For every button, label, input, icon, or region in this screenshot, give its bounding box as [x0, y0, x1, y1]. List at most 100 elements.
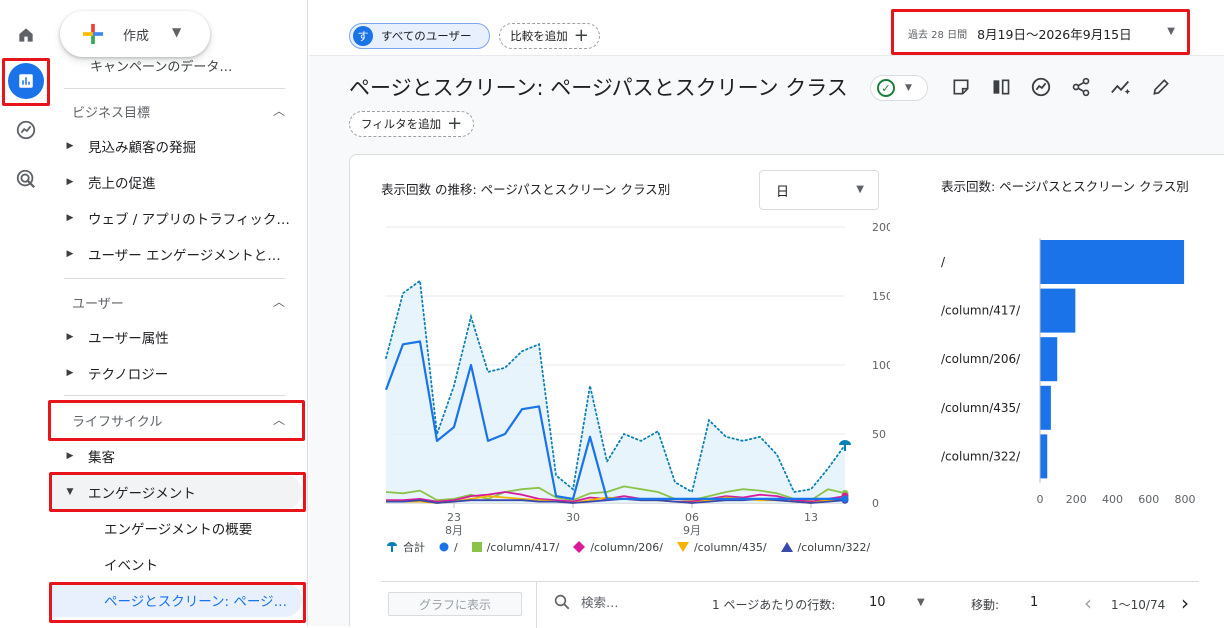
bar — [1040, 337, 1058, 382]
chevron-up-icon: ︿ — [272, 413, 285, 427]
nav-label: ユーザー属性 — [88, 331, 169, 347]
chevron-up-icon: ︿ — [272, 295, 285, 309]
audience-chip[interactable]: す すべてのユーザー — [349, 23, 490, 49]
bar — [1040, 434, 1048, 479]
legend-item-total[interactable]: 合計 — [386, 539, 425, 555]
add-filter-button[interactable]: フィルタを追加 + — [349, 111, 474, 137]
goto-input[interactable]: 1 — [1030, 595, 1038, 610]
sidebar-item-lead-gen[interactable]: ▶ 見込み顧客の発掘 — [52, 129, 302, 163]
triangle-right-icon: ▶ — [66, 177, 74, 187]
reports-icon[interactable] — [8, 63, 44, 99]
share-icon[interactable] — [1069, 75, 1093, 99]
nav-label: エンゲージメント — [88, 486, 196, 502]
nav-label: 売上の促進 — [88, 176, 156, 192]
sidebar-item-engagement[interactable]: ▼ エンゲージメント — [52, 475, 302, 509]
bar-category-label: /column/417/ — [941, 304, 1021, 318]
sparkle-trend-icon[interactable] — [1109, 75, 1133, 99]
sidebar-item-campaign[interactable]: キャンペーンのデータ… — [90, 56, 232, 75]
date-prefix: 過去 28 日間 — [908, 29, 968, 41]
insights-icon[interactable] — [1029, 75, 1053, 99]
sidebar-item-demographics[interactable]: ▶ ユーザー属性 — [52, 320, 302, 354]
caret-down-icon[interactable]: ▼ — [917, 597, 925, 608]
sidebar-item-traffic[interactable]: ▶ ウェブ / アプリのトラフィック… — [52, 201, 302, 235]
nav-label: ページとスクリーン: ページ… — [104, 594, 288, 610]
triangle-right-icon: ▶ — [66, 332, 74, 342]
legend-label: / — [454, 540, 458, 554]
page-title: ページとスクリーン: ページパスとスクリーン クラス — [349, 76, 848, 100]
section-title: ビジネス目標 — [72, 105, 151, 121]
check-circle-icon: ✓ — [877, 79, 895, 97]
y-tick-label: 100 — [872, 359, 890, 372]
home-icon[interactable] — [8, 17, 44, 53]
chart-card: 表示回数 の推移: ページパスとスクリーン クラス別 日 ▼ 表示回数: ページ… — [349, 154, 1224, 628]
nav-label: ユーザー エンゲージメントと… — [88, 248, 281, 264]
add-comparison-button[interactable]: 比較を追加 + — [499, 23, 600, 49]
square-icon — [471, 542, 482, 552]
section-business-goals[interactable]: ビジネス目標 ︿ — [64, 96, 297, 126]
topbar: す すべてのユーザー 比較を追加 + 過去 28 日間 8月19日〜2026年9月… — [309, 0, 1224, 56]
bar-category-label: /column/322/ — [941, 449, 1021, 463]
legend-item-322[interactable]: /column/322/ — [780, 540, 871, 554]
table-search[interactable]: 検索… — [553, 592, 619, 611]
sidebar-item-engagement-overview[interactable]: エンゲージメントの概要 — [52, 511, 302, 545]
icon-rail — [0, 0, 52, 626]
compare-columns-icon[interactable] — [989, 75, 1013, 99]
bar — [1040, 385, 1051, 430]
chevron-right-icon[interactable]: › — [1181, 591, 1189, 615]
section-user[interactable]: ユーザー ︿ — [64, 287, 297, 317]
date-value: 8月19日〜2026年9月15日 — [977, 26, 1132, 42]
data-quality-button[interactable]: ✓ ▼ — [870, 75, 928, 101]
pin-icon — [387, 542, 397, 552]
legend-item-206[interactable]: /column/206/ — [573, 541, 663, 554]
line-chart-title: 表示回数 の推移: ページパスとスクリーン クラス別 — [381, 182, 671, 197]
section-title: ユーザー — [72, 296, 124, 312]
bar — [1040, 288, 1076, 333]
plot-rows-button[interactable]: グラフに表示 — [388, 592, 522, 616]
caret-down-icon: ▼ — [856, 184, 864, 195]
date-range-picker[interactable]: 過去 28 日間 8月19日〜2026年9月15日 ▼ — [899, 14, 1187, 52]
chevron-left-icon[interactable]: ‹ — [1084, 591, 1092, 615]
legend-label: /column/322/ — [797, 540, 871, 554]
audience-label: すべてのユーザー — [381, 29, 472, 43]
x-tick-label: 06 — [685, 511, 699, 524]
caret-down-icon: ▼ — [905, 83, 912, 93]
pencil-icon[interactable] — [1149, 75, 1173, 99]
legend-label: /column/435/ — [693, 540, 767, 554]
diamond-icon — [573, 541, 586, 553]
y-tick-label: 50 — [872, 428, 886, 441]
sidebar-item-events[interactable]: イベント — [52, 547, 302, 581]
divider — [536, 582, 537, 628]
bar-chart-title: 表示回数: ページパスとスクリーン クラス別 — [941, 179, 1189, 194]
x-tick-month: 9月 — [683, 524, 701, 537]
legend-item-435[interactable]: /column/435/ — [676, 540, 767, 554]
divider — [64, 278, 285, 279]
rows-per-page-select[interactable]: 10 — [869, 595, 886, 610]
y-tick-label: 200 — [872, 221, 890, 234]
triangle-right-icon: ▶ — [66, 213, 74, 223]
bar-x-tick-label: 0 — [1037, 493, 1044, 506]
x-tick-month: 8月 — [445, 524, 463, 537]
legend-item-root[interactable]: / — [439, 541, 458, 554]
legend-item-417[interactable]: /column/417/ — [471, 541, 559, 554]
note-icon[interactable] — [949, 75, 973, 99]
goto-label: 移動: — [971, 598, 1000, 612]
sidebar-item-drive-sales[interactable]: ▶ 売上の促進 — [52, 165, 302, 199]
bar — [1040, 240, 1185, 284]
sidebar-item-pages-screens[interactable]: ページとスクリーン: ページ… — [52, 583, 302, 617]
sidebar-item-tech[interactable]: ▶ テクノロジー — [52, 356, 302, 390]
advertising-icon[interactable] — [8, 161, 44, 197]
filter-label: フィルタを追加 — [360, 117, 442, 131]
sidebar-item-acquisition[interactable]: ▶ 集客 — [52, 439, 302, 473]
section-title: ライフサイクル — [72, 414, 163, 430]
create-button[interactable]: 作成 ▼ — [60, 11, 210, 57]
triangle-down-icon — [676, 542, 689, 552]
compare-label: 比較を追加 — [510, 29, 568, 43]
sidebar-item-engagement-retention[interactable]: ▶ ユーザー エンゲージメントと… — [52, 237, 302, 271]
bar-x-tick-label: 800 — [1175, 493, 1196, 506]
series-area-total — [386, 280, 845, 503]
bar-x-tick-label: 600 — [1138, 493, 1159, 506]
explore-icon[interactable] — [8, 112, 44, 148]
section-lifecycle[interactable]: ライフサイクル ︿ — [64, 405, 297, 435]
granularity-select[interactable]: 日 ▼ — [759, 170, 879, 210]
nav-label: テクノロジー — [88, 367, 169, 383]
